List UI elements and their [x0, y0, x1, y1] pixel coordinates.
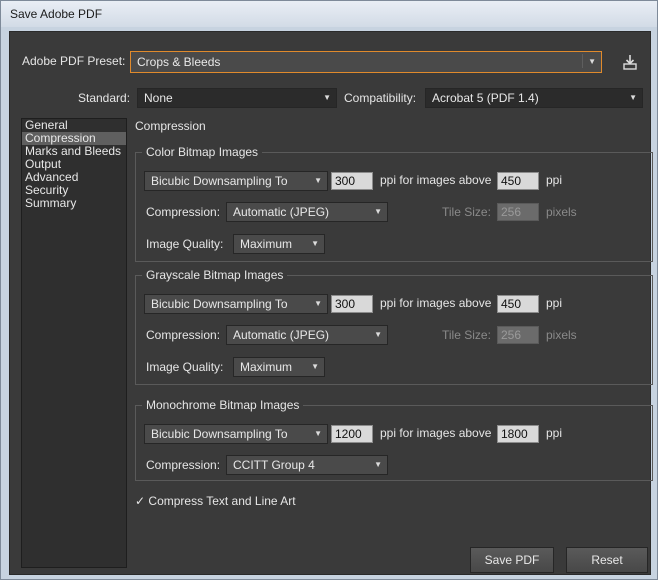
color-tile-input[interactable]: 256 — [497, 203, 539, 221]
color-ppi-input[interactable]: 300 — [331, 172, 373, 190]
chevron-down-icon: ▼ — [311, 239, 319, 248]
chevron-down-icon: ▼ — [311, 362, 319, 371]
save-pdf-button[interactable]: Save PDF — [470, 547, 554, 573]
standard-value: None — [144, 91, 173, 105]
standard-label: Standard: — [78, 91, 131, 105]
color-downsample-value: Bicubic Downsampling To — [151, 174, 288, 188]
color-tile-unit: pixels — [546, 205, 577, 219]
mono-compression-value: CCITT Group 4 — [233, 458, 315, 472]
window-title: Save Adobe PDF — [1, 1, 657, 27]
save-pdf-dialog: Save Adobe PDF Adobe PDF Preset: Crops &… — [0, 0, 658, 580]
chevron-down-icon: ▼ — [374, 207, 382, 216]
color-quality-dropdown[interactable]: Maximum ▼ — [233, 234, 325, 254]
gray-downsample-dropdown[interactable]: Bicubic Downsampling To ▼ — [144, 294, 328, 314]
category-summary[interactable]: Summary — [22, 197, 126, 210]
compatibility-value: Acrobat 5 (PDF 1.4) — [432, 91, 539, 105]
mono-above-label: ppi for images above — [380, 426, 492, 440]
chevron-down-icon: ▼ — [588, 57, 596, 66]
chevron-down-icon: ▼ — [314, 429, 322, 438]
chevron-down-icon: ▼ — [314, 299, 322, 308]
mono-group-title: Monochrome Bitmap Images — [142, 398, 304, 412]
color-compression-dropdown[interactable]: Automatic (JPEG) ▼ — [226, 202, 388, 222]
color-downsample-dropdown[interactable]: Bicubic Downsampling To ▼ — [144, 171, 328, 191]
reset-button[interactable]: Reset — [566, 547, 648, 573]
chevron-down-icon: ▼ — [323, 93, 331, 102]
color-above-label: ppi for images above — [380, 173, 492, 187]
dialog-body: Adobe PDF Preset: Crops & Bleeds ▼ Stand… — [9, 31, 653, 575]
gray-quality-value: Maximum — [240, 360, 293, 374]
gray-compression-value: Automatic (JPEG) — [233, 328, 330, 342]
preset-label: Adobe PDF Preset: — [22, 54, 126, 68]
gray-quality-label: Image Quality: — [146, 360, 224, 374]
mono-above-input[interactable]: 1800 — [497, 425, 539, 443]
chevron-down-icon: ▼ — [374, 330, 382, 339]
monochrome-bitmap-group: Monochrome Bitmap Images Bicubic Downsam… — [135, 398, 653, 481]
color-above-input[interactable]: 450 — [497, 172, 539, 190]
gray-group-title: Grayscale Bitmap Images — [142, 268, 288, 282]
color-group-title: Color Bitmap Images — [142, 145, 263, 159]
gray-tile-unit: pixels — [546, 328, 577, 342]
chevron-down-icon: ▼ — [314, 176, 322, 185]
gray-above-input[interactable]: 450 — [497, 295, 539, 313]
mono-ppi-input[interactable]: 1200 — [331, 425, 373, 443]
category-list: General Compression Marks and Bleeds Out… — [21, 118, 127, 568]
section-title: Compression — [135, 119, 206, 133]
gray-ppi-input[interactable]: 300 — [331, 295, 373, 313]
color-compression-value: Automatic (JPEG) — [233, 205, 330, 219]
preset-dropdown[interactable]: Crops & Bleeds ▼ — [130, 51, 602, 73]
color-quality-value: Maximum — [240, 237, 293, 251]
compatibility-dropdown[interactable]: Acrobat 5 (PDF 1.4) ▼ — [425, 88, 643, 108]
gray-tile-label: Tile Size: — [442, 328, 491, 342]
compatibility-label: Compatibility: — [344, 91, 417, 105]
mono-downsample-value: Bicubic Downsampling To — [151, 427, 288, 441]
gray-quality-dropdown[interactable]: Maximum ▼ — [233, 357, 325, 377]
gray-above-label: ppi for images above — [380, 296, 492, 310]
color-quality-label: Image Quality: — [146, 237, 224, 251]
color-tile-label: Tile Size: — [442, 205, 491, 219]
gray-ppi-unit: ppi — [546, 296, 563, 310]
color-ppi-unit: ppi — [546, 173, 563, 187]
gray-compression-dropdown[interactable]: Automatic (JPEG) ▼ — [226, 325, 388, 345]
chevron-down-icon: ▼ — [629, 93, 637, 102]
standard-dropdown[interactable]: None ▼ — [137, 88, 337, 108]
checkmark-icon: ✓ — [135, 494, 146, 508]
color-compression-label: Compression: — [146, 205, 221, 219]
preset-value: Crops & Bleeds — [137, 55, 221, 69]
grayscale-bitmap-group: Grayscale Bitmap Images Bicubic Downsamp… — [135, 268, 653, 385]
mono-ppi-unit: ppi — [546, 426, 563, 440]
compress-text-label: Compress Text and Line Art — [148, 494, 296, 508]
gray-downsample-value: Bicubic Downsampling To — [151, 297, 288, 311]
color-bitmap-group: Color Bitmap Images Bicubic Downsampling… — [135, 145, 653, 262]
gray-tile-input[interactable]: 256 — [497, 326, 539, 344]
gray-compression-label: Compression: — [146, 328, 221, 342]
save-preset-icon[interactable] — [621, 53, 639, 71]
mono-compression-dropdown[interactable]: CCITT Group 4 ▼ — [226, 455, 388, 475]
mono-downsample-dropdown[interactable]: Bicubic Downsampling To ▼ — [144, 424, 328, 444]
chevron-down-icon: ▼ — [374, 460, 382, 469]
compress-text-checkbox[interactable]: ✓ Compress Text and Line Art — [135, 494, 296, 508]
mono-compression-label: Compression: — [146, 458, 221, 472]
